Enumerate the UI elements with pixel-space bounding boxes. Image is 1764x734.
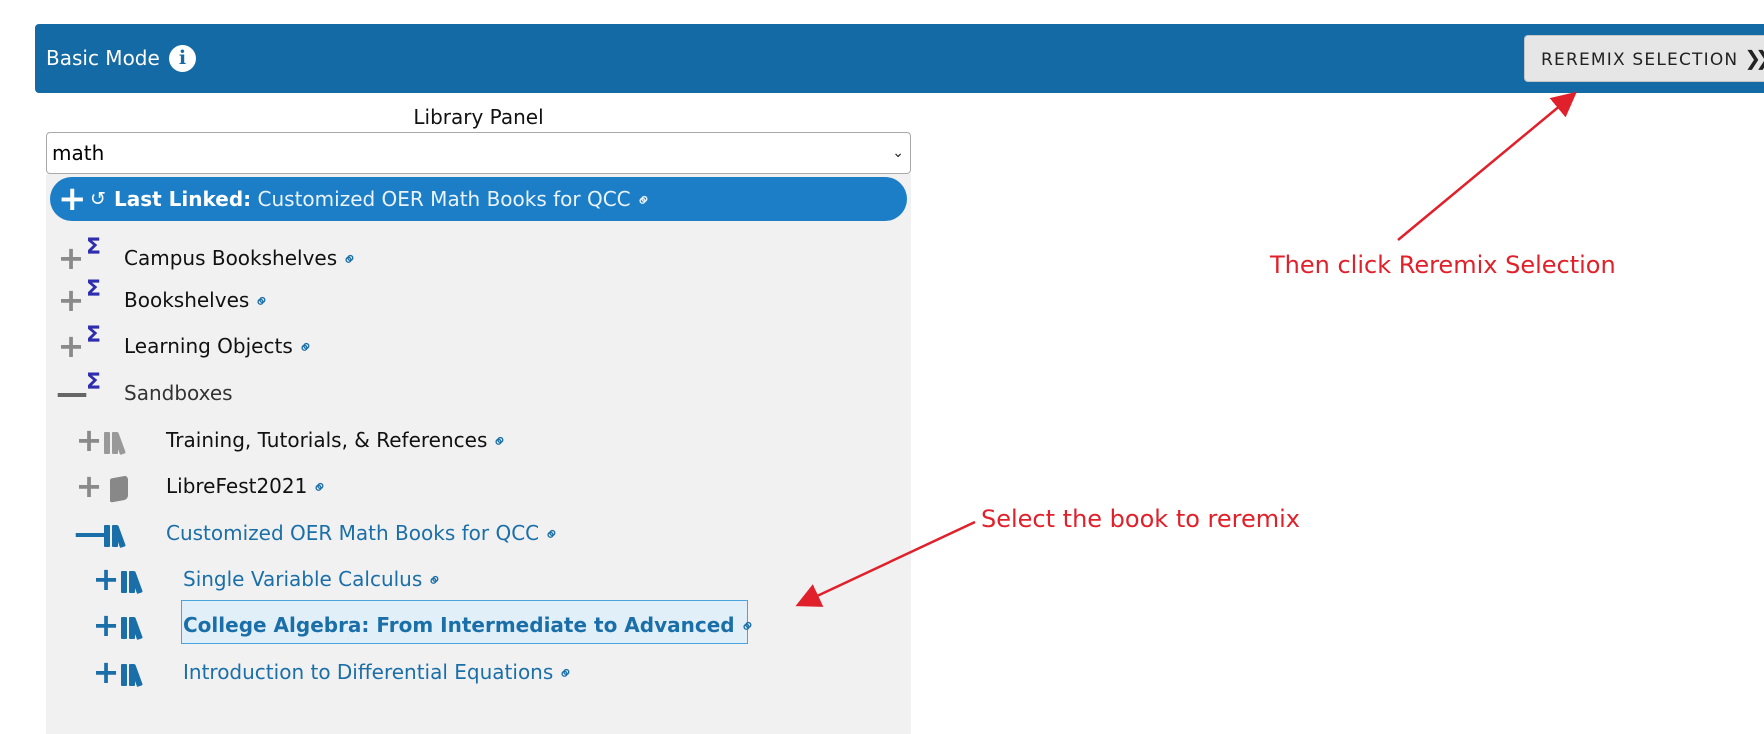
tree-item-label[interactable]: College Algebra: From Intermediate to Ad… bbox=[183, 608, 761, 644]
library-panel-title: Library Panel bbox=[413, 105, 544, 129]
double-chevron-right-icon: ❯❯ bbox=[1744, 46, 1764, 70]
library-select-value: math bbox=[52, 141, 105, 165]
collapse-icon[interactable]: — bbox=[74, 516, 106, 550]
history-icon: ↺ bbox=[90, 188, 106, 210]
info-icon[interactable]: i bbox=[169, 45, 196, 72]
bookshelf-icon bbox=[104, 525, 128, 549]
chevron-down-icon: ⌄ bbox=[892, 145, 904, 161]
last-linked-prefix: Last Linked: bbox=[114, 187, 252, 211]
tree-item-label[interactable]: Customized OER Math Books for QCC⚭ bbox=[166, 516, 565, 552]
expand-icon[interactable]: + bbox=[56, 329, 86, 363]
sigma-icon: Σ bbox=[86, 277, 102, 302]
last-linked-item[interactable]: + ↺ Last Linked: Customized OER Math Boo… bbox=[50, 177, 907, 221]
expand-icon[interactable]: + bbox=[56, 241, 86, 275]
expand-icon[interactable]: + bbox=[74, 469, 104, 503]
tree-item-label[interactable]: Sandboxes bbox=[124, 376, 233, 410]
sigma-icon: Σ bbox=[86, 370, 102, 395]
expand-icon[interactable]: + bbox=[91, 655, 121, 689]
expand-icon[interactable]: + bbox=[58, 177, 87, 221]
reremix-button-label: REREMIX SELECTION bbox=[1541, 50, 1739, 70]
sigma-icon: Σ bbox=[86, 323, 102, 348]
tree-item-label[interactable]: Campus Bookshelves⚭ bbox=[124, 241, 363, 277]
bookshelf-icon bbox=[104, 432, 128, 456]
expand-icon[interactable]: + bbox=[74, 423, 104, 457]
tree-item-label[interactable]: Bookshelves⚭ bbox=[124, 283, 275, 319]
bookshelf-icon bbox=[121, 571, 145, 595]
expand-icon[interactable]: + bbox=[91, 608, 121, 642]
last-linked-title: Customized OER Math Books for QCC bbox=[257, 187, 631, 211]
tree-item-label[interactable]: LibreFest2021⚭ bbox=[166, 469, 333, 505]
tree-item-label[interactable]: Introduction to Differential Equations⚭ bbox=[183, 655, 579, 691]
reremix-selection-button[interactable]: REREMIX SELECTION ❯❯ bbox=[1524, 35, 1764, 82]
expand-icon[interactable]: + bbox=[56, 283, 86, 317]
bookshelf-icon bbox=[121, 617, 145, 641]
mode-header-bar: Basic Mode i REREMIX SELECTION ❯❯ bbox=[35, 24, 1764, 93]
annotation-reremix-hint: Then click Reremix Selection bbox=[1270, 251, 1616, 279]
arrow-to-reremix-button bbox=[1397, 91, 1577, 241]
bookshelf-icon bbox=[121, 664, 145, 688]
tree-item-label[interactable]: Learning Objects⚭ bbox=[124, 329, 319, 365]
tree-item-label[interactable]: Single Variable Calculus⚭ bbox=[183, 562, 448, 598]
expand-icon[interactable]: + bbox=[91, 562, 121, 596]
library-select[interactable]: math ⌄ bbox=[46, 132, 911, 174]
collapse-icon[interactable]: — bbox=[56, 376, 88, 410]
mode-label: Basic Mode bbox=[46, 46, 160, 70]
annotation-select-hint: Select the book to reremix bbox=[981, 505, 1300, 533]
sigma-icon: Σ bbox=[86, 235, 102, 260]
tree-item-label[interactable]: Training, Tutorials, & References⚭ bbox=[166, 423, 513, 459]
book-icon bbox=[110, 475, 128, 503]
